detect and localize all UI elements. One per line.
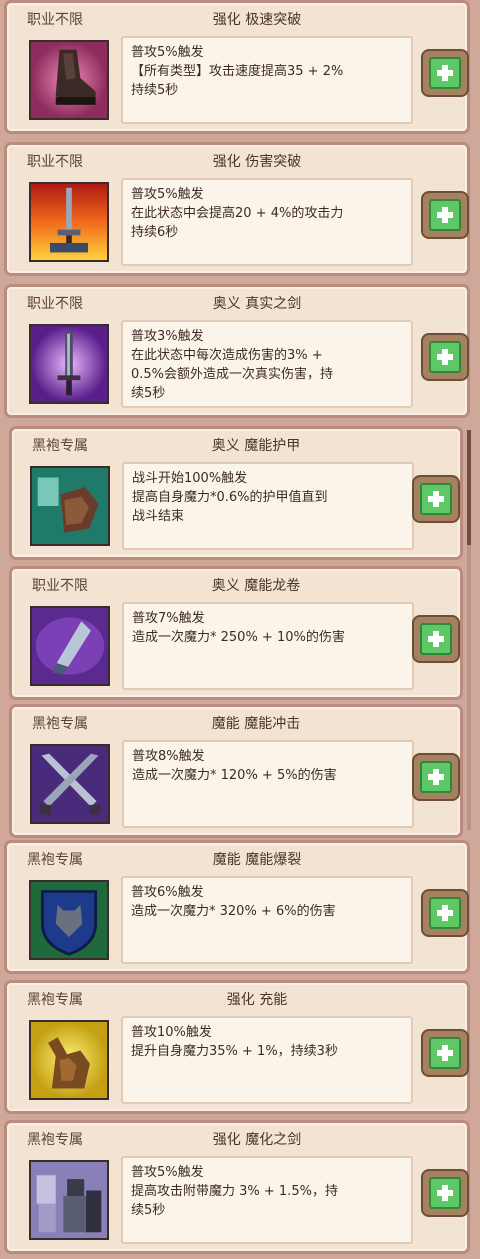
- glowing-sword-icon: [29, 324, 109, 404]
- add-button-face: [429, 341, 461, 373]
- knight-party-icon: [29, 1160, 109, 1240]
- skill-card: 黑袍专属 魔能 魔能冲击 普攻8%触发 造成一次魔力* 120% + 5%的伤害: [9, 704, 463, 838]
- class-restriction-label: 职业不限: [32, 578, 88, 594]
- add-skill-button[interactable]: [423, 335, 467, 379]
- plus-icon: [437, 905, 453, 921]
- add-button-face: [429, 199, 461, 231]
- wolf-shield-icon: [29, 880, 109, 960]
- crossed-swords-icon: [30, 744, 110, 824]
- skill-description: 普攻3%触发 在此状态中每次造成伤害的3% + 0.5%会额外造成一次真实伤害，…: [121, 320, 413, 408]
- add-button-face: [429, 1037, 461, 1069]
- add-skill-button[interactable]: [414, 477, 458, 521]
- add-skill-button[interactable]: [414, 755, 458, 799]
- sword-in-fire-icon: [29, 182, 109, 262]
- add-skill-button[interactable]: [423, 1171, 467, 1215]
- plus-icon: [437, 1045, 453, 1061]
- skill-card: 黑袍专属 强化 充能 普攻10%触发 提升自身魔力35% + 1%，持续3秒: [4, 980, 470, 1114]
- class-restriction-label: 职业不限: [27, 12, 83, 28]
- skill-title: 强化 魔化之剑: [212, 1132, 302, 1148]
- skill-description: 普攻5%触发 【所有类型】攻击速度提高35 + 2% 持续5秒: [121, 36, 413, 124]
- class-restriction-label: 黑袍专属: [32, 716, 88, 732]
- skill-title: 奥义 真实之剑: [212, 296, 302, 312]
- scrollbar-thumb[interactable]: [467, 430, 471, 545]
- skill-title: 奥义 魔能龙卷: [211, 578, 301, 594]
- skill-card: 职业不限 强化 极速突破 普攻5%触发 【所有类型】攻击速度提高35 + 2% …: [4, 0, 470, 134]
- skill-title: 魔能 魔能爆裂: [212, 852, 302, 868]
- magic-armor-icon: [30, 466, 110, 546]
- add-button-face: [429, 897, 461, 929]
- add-skill-button[interactable]: [423, 51, 467, 95]
- skill-description: 普攻10%触发 提升自身魔力35% + 1%，持续3秒: [121, 1016, 413, 1104]
- add-button-face: [420, 623, 452, 655]
- skill-card: 黑袍专属 魔能 魔能爆裂 普攻6%触发 造成一次魔力* 320% + 6%的伤害: [4, 840, 470, 974]
- tornado-crystal-icon: [30, 606, 110, 686]
- plus-icon: [437, 65, 453, 81]
- plus-icon: [437, 1185, 453, 1201]
- skill-description: 普攻7%触发 造成一次魔力* 250% + 10%的伤害: [122, 602, 414, 690]
- add-button-face: [420, 483, 452, 515]
- add-skill-button[interactable]: [423, 1031, 467, 1075]
- class-restriction-label: 职业不限: [27, 154, 83, 170]
- plus-icon: [428, 491, 444, 507]
- skill-title: 奥义 魔能护甲: [211, 438, 301, 454]
- add-button-face: [429, 1177, 461, 1209]
- add-skill-button[interactable]: [414, 617, 458, 661]
- plus-icon: [428, 769, 444, 785]
- skill-title: 强化 充能: [226, 992, 288, 1008]
- class-restriction-label: 黑袍专属: [27, 852, 83, 868]
- class-restriction-label: 黑袍专属: [27, 1132, 83, 1148]
- class-restriction-label: 黑袍专属: [32, 438, 88, 454]
- add-button-face: [420, 761, 452, 793]
- class-restriction-label: 黑袍专属: [27, 992, 83, 1008]
- skill-description: 战斗开始100%触发 提高自身魔力*0.6%的护甲值直到 战斗结束: [122, 462, 414, 550]
- skill-title: 魔能 魔能冲击: [211, 716, 301, 732]
- skill-description: 普攻6%触发 造成一次魔力* 320% + 6%的伤害: [121, 876, 413, 964]
- add-button-face: [429, 57, 461, 89]
- skill-title: 强化 极速突破: [212, 12, 302, 28]
- skill-card: 黑袍专属 强化 魔化之剑 普攻5%触发 提高攻击附带魔力 3% + 1.5%，持…: [4, 1120, 470, 1254]
- skill-card: 黑袍专属 奥义 魔能护甲 战斗开始100%触发 提高自身魔力*0.6%的护甲值直…: [9, 426, 463, 560]
- boot-icon: [29, 40, 109, 120]
- plus-icon: [437, 349, 453, 365]
- flexing-arm-icon: [29, 1020, 109, 1100]
- skill-description: 普攻8%触发 造成一次魔力* 120% + 5%的伤害: [122, 740, 414, 828]
- skill-list-page: 职业不限 强化 极速突破 普攻5%触发 【所有类型】攻击速度提高35 + 2% …: [0, 0, 480, 1259]
- skill-card: 职业不限 奥义 魔能龙卷 普攻7%触发 造成一次魔力* 250% + 10%的伤…: [9, 566, 463, 700]
- skill-title: 强化 伤害突破: [212, 154, 302, 170]
- class-restriction-label: 职业不限: [27, 296, 83, 312]
- add-skill-button[interactable]: [423, 891, 467, 935]
- skill-description: 普攻5%触发 提高攻击附带魔力 3% + 1.5%，持 续5秒: [121, 1156, 413, 1244]
- plus-icon: [437, 207, 453, 223]
- skill-card: 职业不限 奥义 真实之剑 普攻3%触发 在此状态中每次造成伤害的3% + 0.5…: [4, 284, 470, 418]
- plus-icon: [428, 631, 444, 647]
- skill-description: 普攻5%触发 在此状态中会提高20 + 4%的攻击力 持续6秒: [121, 178, 413, 266]
- skill-card: 职业不限 强化 伤害突破 普攻5%触发 在此状态中会提高20 + 4%的攻击力 …: [4, 142, 470, 276]
- add-skill-button[interactable]: [423, 193, 467, 237]
